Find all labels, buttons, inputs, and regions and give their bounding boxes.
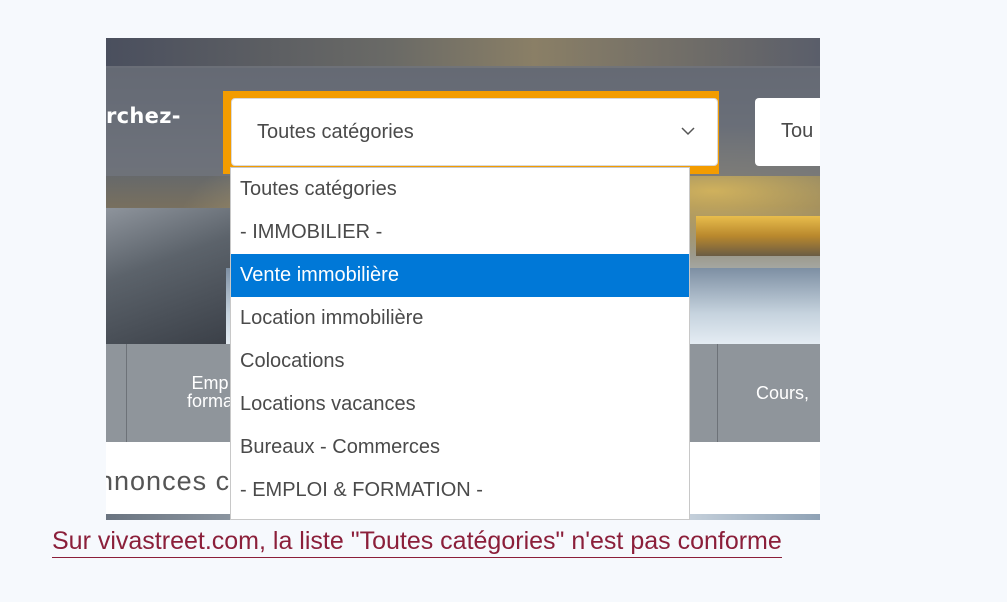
nav-divider bbox=[126, 344, 127, 442]
search-label: rchez- bbox=[106, 104, 181, 128]
category-dropdown-list: Toutes catégories - IMMOBILIER - Vente imm… bbox=[230, 167, 690, 520]
nav-item-cours[interactable]: Cours, bbox=[756, 384, 809, 402]
location-select[interactable]: Tou bbox=[755, 98, 820, 166]
dropdown-option[interactable]: - IMMOBILIER - bbox=[231, 211, 689, 254]
category-select-value: Toutes catégories bbox=[257, 121, 414, 143]
category-select[interactable]: Toutes catégories bbox=[231, 98, 718, 166]
vivastreet-screenshot: rchez- Toutes catégories Tou Emp forma C… bbox=[106, 38, 820, 520]
dropdown-option[interactable]: Location immobilière bbox=[231, 297, 689, 340]
dropdown-option[interactable]: Colocations bbox=[231, 340, 689, 383]
annonces-heading: nnonces c bbox=[106, 466, 231, 496]
dropdown-option[interactable]: Toutes catégories bbox=[231, 168, 689, 211]
chevron-down-icon bbox=[681, 127, 695, 136]
dropdown-option[interactable]: Vente immobilière bbox=[231, 254, 689, 297]
hero-sky bbox=[106, 38, 820, 68]
location-select-value: Tou bbox=[781, 120, 814, 142]
dropdown-option[interactable]: - EMPLOI & FORMATION - bbox=[231, 469, 689, 512]
hero-quay bbox=[106, 208, 236, 344]
dropdown-option[interactable]: Bureaux - Commerces bbox=[231, 426, 689, 469]
dropdown-option[interactable]: Locations vacances bbox=[231, 383, 689, 426]
nav-divider bbox=[717, 344, 718, 442]
caption-link[interactable]: Sur vivastreet.com, la liste "Toutes cat… bbox=[52, 525, 782, 558]
hero-bridge bbox=[696, 216, 820, 256]
